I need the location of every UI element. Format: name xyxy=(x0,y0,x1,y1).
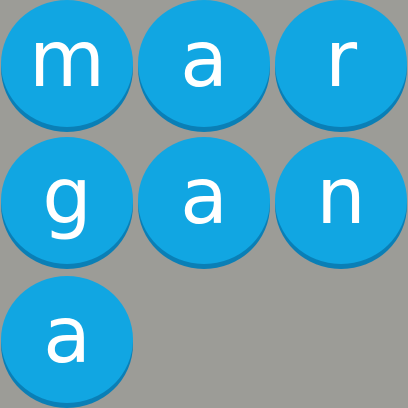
tile-face: a xyxy=(1,276,133,403)
tile-letter: n xyxy=(316,151,366,242)
letter-board: m a r g a n a xyxy=(0,0,408,408)
letter-tile-3[interactable]: r xyxy=(275,0,407,132)
tile-letter: a xyxy=(180,14,228,105)
tile-face: r xyxy=(275,0,407,127)
tile-letter: g xyxy=(42,151,92,242)
letter-tile-2[interactable]: a xyxy=(138,0,270,132)
tile-face: a xyxy=(138,137,270,264)
letter-tile-7[interactable]: a xyxy=(1,276,133,408)
letter-tile-5[interactable]: a xyxy=(138,137,270,269)
tile-face: a xyxy=(138,0,270,127)
tile-letter: a xyxy=(43,290,91,381)
tile-letter: m xyxy=(29,14,105,105)
letter-tile-6[interactable]: n xyxy=(275,137,407,269)
letter-tile-4[interactable]: g xyxy=(1,137,133,269)
tile-face: g xyxy=(1,137,133,264)
tile-face: m xyxy=(1,0,133,127)
letter-tile-1[interactable]: m xyxy=(1,0,133,132)
tile-letter: a xyxy=(180,151,228,242)
tile-face: n xyxy=(275,137,407,264)
tile-letter: r xyxy=(324,14,358,105)
